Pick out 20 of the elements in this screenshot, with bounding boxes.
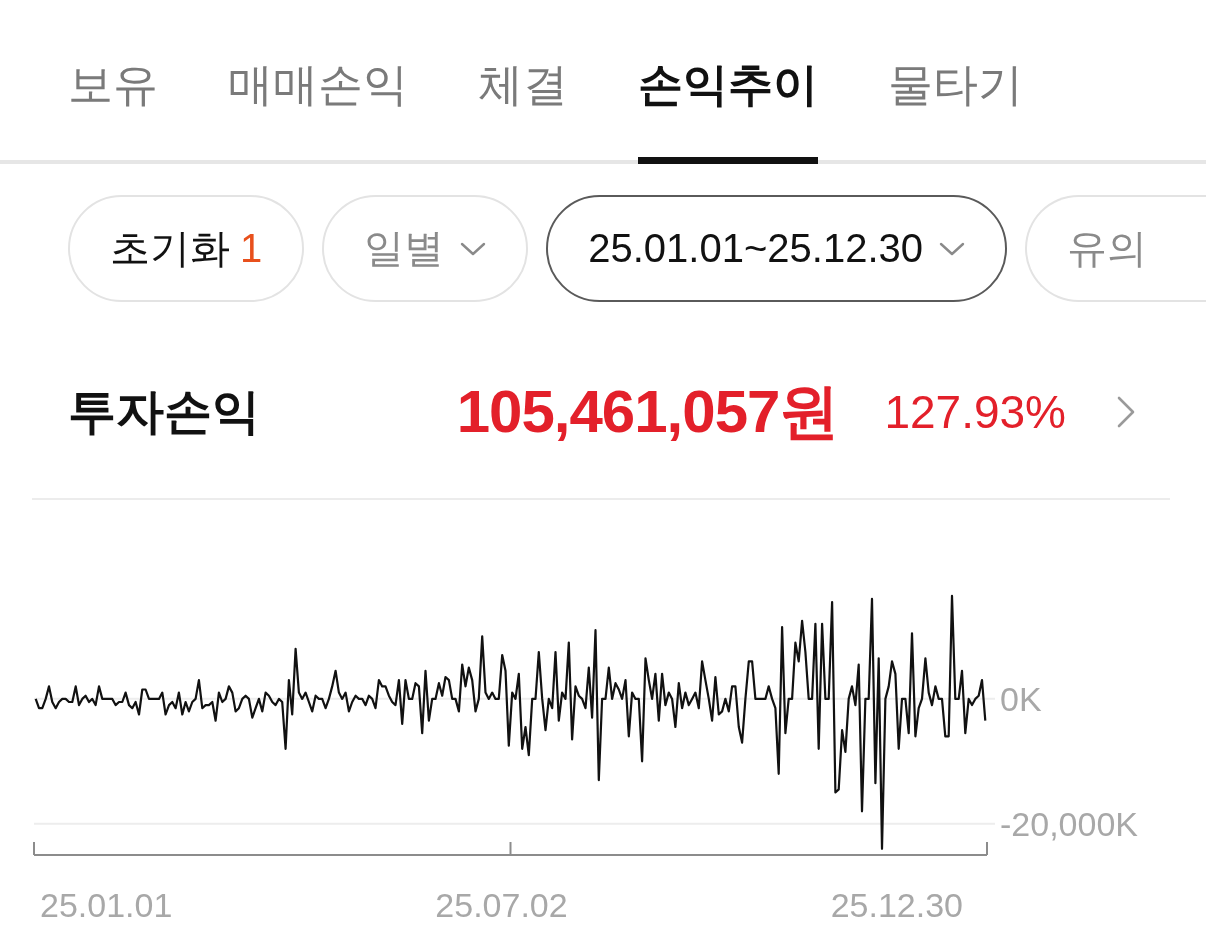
- tab[interactable]: 체결: [478, 0, 568, 164]
- tab[interactable]: 보유: [68, 0, 158, 164]
- chevron-right-icon[interactable]: [1116, 395, 1136, 429]
- profit-amount: 105,461,057원: [456, 376, 839, 447]
- filter-chip[interactable]: 유의: [1025, 195, 1206, 302]
- reset-filter-button[interactable]: 초기화 1: [68, 195, 305, 302]
- chevron-down-icon: [939, 241, 965, 256]
- x-axis-label: 25.01.01: [40, 886, 173, 924]
- chevron-down-icon: [460, 241, 487, 256]
- y-axis-label: 0K: [1000, 679, 1042, 718]
- y-axis-label: -20,000K: [1000, 804, 1138, 843]
- tab[interactable]: 손익추이: [638, 0, 818, 164]
- tab[interactable]: 물타기: [888, 0, 1023, 164]
- x-axis-label: 25.12.30: [830, 886, 963, 924]
- profit-rate: 127.93%: [884, 385, 1066, 439]
- x-axis-label: 25.07.02: [435, 886, 568, 924]
- tab[interactable]: 매매손익: [228, 0, 408, 164]
- dropdown-filter-button[interactable]: 25.01.01~25.12.30: [546, 195, 1007, 302]
- dropdown-filter-button[interactable]: 일별: [322, 195, 529, 302]
- summary-label: 투자손익: [68, 384, 260, 440]
